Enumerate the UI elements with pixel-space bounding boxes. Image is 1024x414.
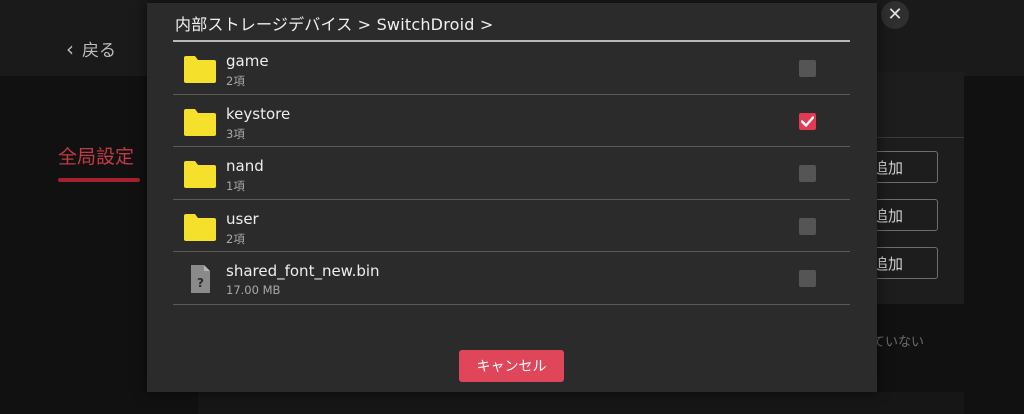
panel-divider (876, 137, 964, 138)
file-row-nand[interactable]: nand 1項 (173, 147, 850, 200)
sidebar-active-indicator (58, 178, 140, 182)
file-list: game 2項 keystore 3項 nand 1項 user 2項? shared_font… (173, 42, 850, 305)
back-button[interactable]: ‹ 戻る (66, 36, 116, 62)
file-row-keystore[interactable]: keystore 3項 (173, 95, 850, 147)
checkbox[interactable] (799, 217, 816, 235)
file-row-user[interactable]: user 2項 (173, 200, 850, 252)
folder-icon (184, 108, 216, 136)
close-icon[interactable]: ✕ (881, 1, 909, 29)
file-picker-dialog: 内部ストレージデバイス > SwitchDroid > game 2項 keysto… (147, 3, 877, 392)
chevron-left-icon: ‹ (66, 36, 74, 61)
file-meta: 17.00 MB (226, 283, 281, 297)
file-meta: 2項 (226, 74, 245, 88)
unknown-file-icon: ? (184, 265, 216, 293)
file-name: keystore (226, 104, 291, 123)
back-label: 戻る (82, 41, 116, 61)
folder-icon (184, 160, 216, 188)
svg-text:?: ? (197, 276, 204, 290)
status-note: ていない (872, 335, 925, 350)
file-meta: 1項 (226, 179, 245, 193)
file-row-shared-font-new-bin[interactable]: ? shared_font_new.bin 17.00 MB (173, 252, 850, 305)
file-row-game[interactable]: game 2項 (173, 42, 850, 95)
file-name: game (226, 52, 269, 70)
file-meta: 3項 (226, 126, 245, 141)
checkbox-checked[interactable] (799, 112, 816, 130)
folder-icon (184, 213, 216, 241)
file-name: user (226, 209, 259, 228)
file-name: shared_font_new.bin (226, 262, 380, 280)
checkbox[interactable] (799, 270, 816, 287)
cancel-button[interactable]: キャンセル (459, 350, 564, 382)
file-meta: 2項 (226, 231, 245, 246)
bottom-bar (198, 392, 964, 414)
breadcrumb: 内部ストレージデバイス > SwitchDroid > (175, 15, 494, 34)
sidebar-item-global-settings[interactable]: 全局設定 (58, 142, 134, 169)
checkbox[interactable] (799, 165, 816, 182)
checkmark-icon (801, 115, 814, 127)
folder-icon (184, 55, 216, 83)
file-name: nand (226, 157, 264, 175)
checkbox[interactable] (799, 60, 816, 77)
